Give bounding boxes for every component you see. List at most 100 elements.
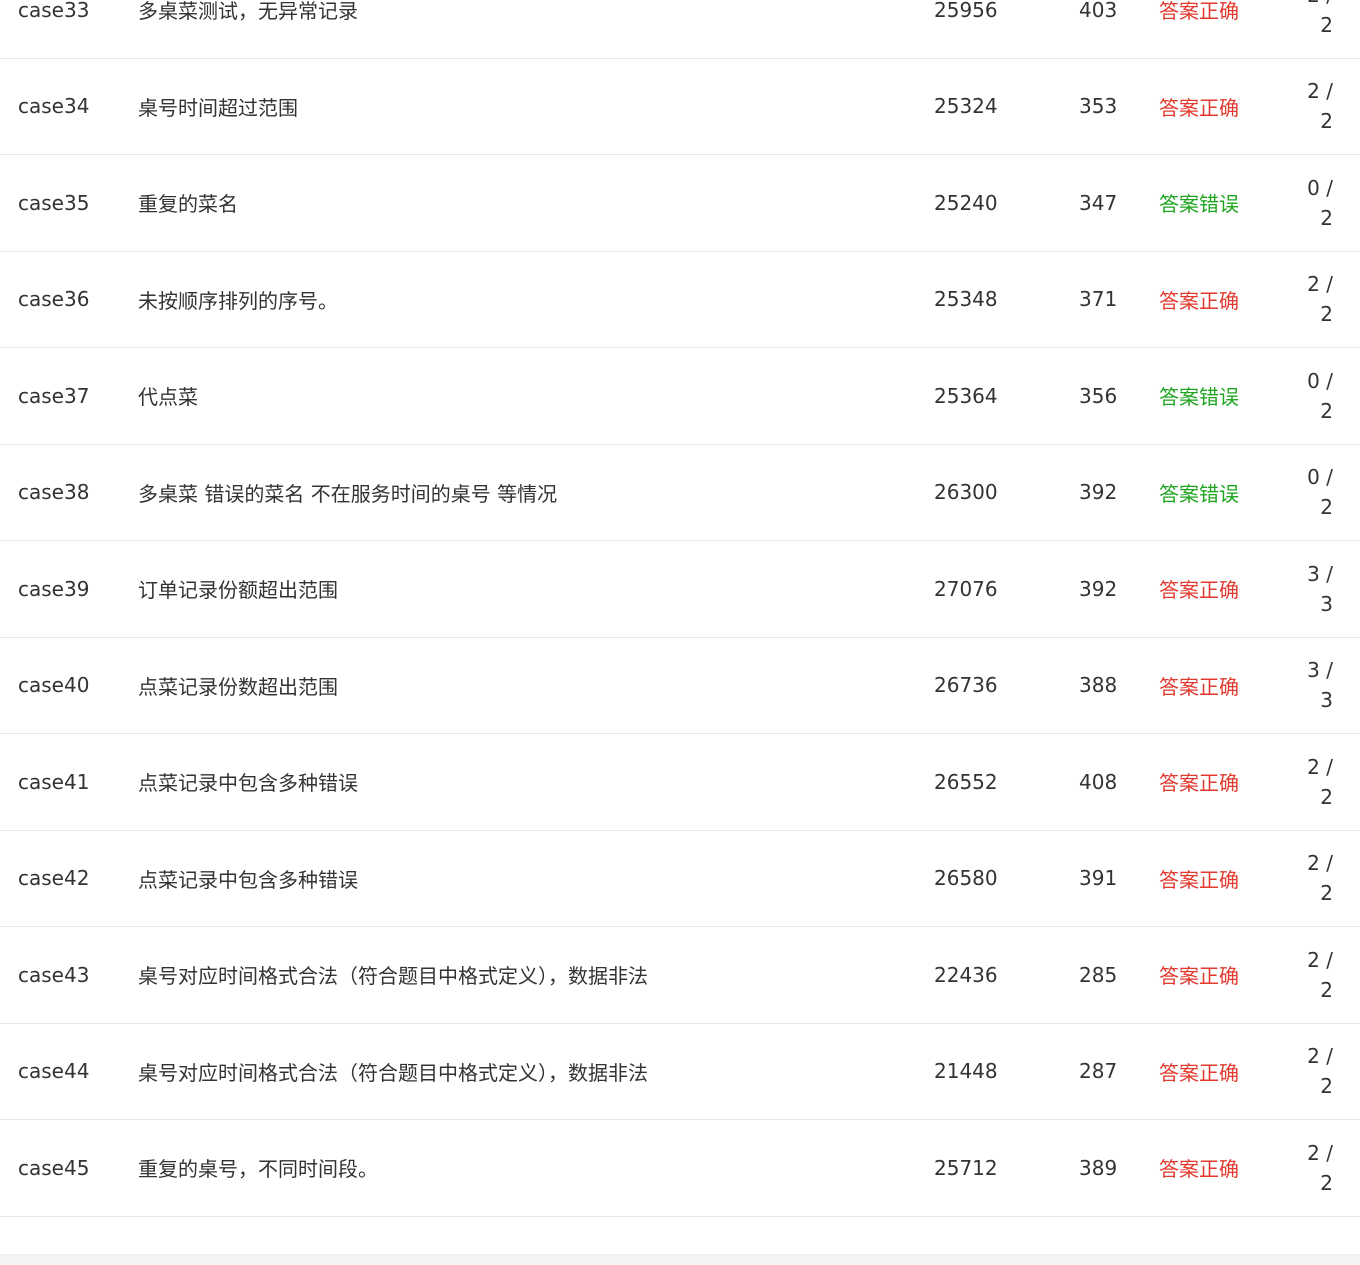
time-cost: 22436 [934, 962, 998, 987]
score-earned: 2 / [1307, 272, 1333, 297]
result-status: 答案错误 [1159, 192, 1239, 217]
memory-cost: 403 [1079, 0, 1118, 22]
case-description: 点菜记录中包含多种错误 [138, 771, 358, 796]
score-total: 3 [1320, 688, 1333, 713]
result-status: 答案正确 [1159, 0, 1239, 24]
time-cost: 25324 [934, 94, 998, 119]
time-cost: 21448 [934, 1059, 998, 1084]
score: 2 /2 [1290, 1120, 1333, 1216]
table-row: case43 桌号对应时间格式合法（符合题目中格式定义），数据非法 22436 285… [0, 927, 1360, 1024]
case-id: case35 [18, 190, 90, 215]
case-description: 重复的菜名 [138, 192, 238, 217]
score: 2 /2 [1290, 1024, 1333, 1120]
score-earned: 0 / [1307, 465, 1333, 490]
score-total: 2 [1320, 1170, 1333, 1195]
case-id: case42 [18, 866, 90, 891]
case-id: case45 [18, 1155, 90, 1180]
case-id: case37 [18, 383, 90, 408]
result-status: 答案正确 [1159, 964, 1239, 989]
table-row: case33 多桌菜测试，无异常记录 25956 403 答案正确 2 /2 [0, 0, 1360, 59]
score-total: 3 [1320, 591, 1333, 616]
table-row: case41 点菜记录中包含多种错误 26552 408 答案正确 2 /2 [0, 734, 1360, 831]
score-total: 2 [1320, 495, 1333, 520]
case-id: case44 [18, 1059, 90, 1084]
result-status: 答案正确 [1159, 674, 1239, 699]
result-status: 答案正确 [1159, 771, 1239, 796]
case-description: 桌号时间超过范围 [138, 95, 298, 120]
score-earned: 2 / [1307, 851, 1333, 876]
case-description: 桌号对应时间格式合法（符合题目中格式定义），数据非法 [138, 1060, 648, 1085]
case-description: 点菜记录中包含多种错误 [138, 867, 358, 892]
result-status: 答案错误 [1159, 385, 1239, 410]
result-status: 答案正确 [1159, 95, 1239, 120]
score-total: 2 [1320, 12, 1333, 37]
case-id: case39 [18, 576, 90, 601]
result-status: 答案正确 [1159, 288, 1239, 313]
time-cost: 26300 [934, 480, 998, 505]
score: 2 /2 [1290, 927, 1333, 1023]
memory-cost: 408 [1079, 769, 1118, 794]
memory-cost: 285 [1079, 962, 1118, 987]
memory-cost: 389 [1079, 1155, 1118, 1180]
memory-cost: 392 [1079, 480, 1118, 505]
memory-cost: 347 [1079, 190, 1118, 215]
time-cost: 25712 [934, 1155, 998, 1180]
memory-cost: 391 [1079, 866, 1118, 891]
score: 0 /2 [1290, 155, 1333, 251]
score-earned: 2 / [1307, 1044, 1333, 1069]
score-total: 2 [1320, 1074, 1333, 1099]
case-description: 多桌菜 错误的菜名 不在服务时间的桌号 等情况 [138, 481, 558, 506]
case-description: 点菜记录份数超出范围 [138, 674, 338, 699]
table-row: case40 点菜记录份数超出范围 26736 388 答案正确 3 /3 [0, 638, 1360, 734]
score: 2 /2 [1290, 59, 1333, 155]
score-total: 2 [1320, 398, 1333, 423]
memory-cost: 392 [1079, 576, 1118, 601]
time-cost: 25956 [934, 0, 998, 22]
table-row: case36 未按顺序排列的序号。 25348 371 答案正确 2 /2 [0, 252, 1360, 348]
case-description: 未按顺序排列的序号。 [138, 288, 338, 313]
score: 3 /3 [1290, 638, 1333, 734]
table-row: case37 代点菜 25364 356 答案错误 0 /2 [0, 348, 1360, 445]
score-total: 2 [1320, 205, 1333, 230]
case-id: case36 [18, 287, 90, 312]
score: 2 /2 [1290, 252, 1333, 348]
table-row: case38 多桌菜 错误的菜名 不在服务时间的桌号 等情况 26300 392 答案错… [0, 445, 1360, 541]
time-cost: 27076 [934, 576, 998, 601]
score-total: 2 [1320, 302, 1333, 327]
memory-cost: 287 [1079, 1059, 1118, 1084]
time-cost: 26736 [934, 673, 998, 698]
case-description: 多桌菜测试，无异常记录 [138, 0, 358, 24]
case-description: 代点菜 [138, 385, 198, 410]
table-row: case35 重复的菜名 25240 347 答案错误 0 /2 [0, 155, 1360, 252]
score-earned: 2 / [1307, 1140, 1333, 1165]
score-earned: 2 / [1307, 79, 1333, 104]
case-id: case41 [18, 769, 90, 794]
score: 0 /2 [1290, 348, 1333, 444]
score: 2 /2 [1290, 734, 1333, 830]
table-row: case45 重复的桌号，不同时间段。 25712 389 答案正确 2 /2 [0, 1120, 1360, 1217]
table-row: case44 桌号对应时间格式合法（符合题目中格式定义），数据非法 21448 287… [0, 1024, 1360, 1120]
result-status: 答案正确 [1159, 1157, 1239, 1182]
time-cost: 26580 [934, 866, 998, 891]
case-id: case33 [18, 0, 90, 22]
score: 2 /2 [1290, 0, 1333, 58]
case-description: 订单记录份额超出范围 [138, 578, 338, 603]
score-total: 2 [1320, 109, 1333, 134]
memory-cost: 356 [1079, 383, 1118, 408]
case-id: case40 [18, 673, 90, 698]
table-row: case42 点菜记录中包含多种错误 26580 391 答案正确 2 /2 [0, 831, 1360, 927]
time-cost: 25364 [934, 383, 998, 408]
time-cost: 25240 [934, 190, 998, 215]
time-cost: 25348 [934, 287, 998, 312]
table-row: case39 订单记录份额超出范围 27076 392 答案正确 3 /3 [0, 541, 1360, 638]
case-id: case34 [18, 94, 90, 119]
score-earned: 3 / [1307, 561, 1333, 586]
score: 0 /2 [1290, 445, 1333, 541]
score-earned: 0 / [1307, 175, 1333, 200]
memory-cost: 353 [1079, 94, 1118, 119]
test-case-results-table: case33多桌菜测试，无异常记录25956403答案正确2 /2case34桌… [0, 0, 1360, 1217]
memory-cost: 371 [1079, 287, 1118, 312]
score-earned: 3 / [1307, 658, 1333, 683]
result-status: 答案错误 [1159, 481, 1239, 506]
memory-cost: 388 [1079, 673, 1118, 698]
